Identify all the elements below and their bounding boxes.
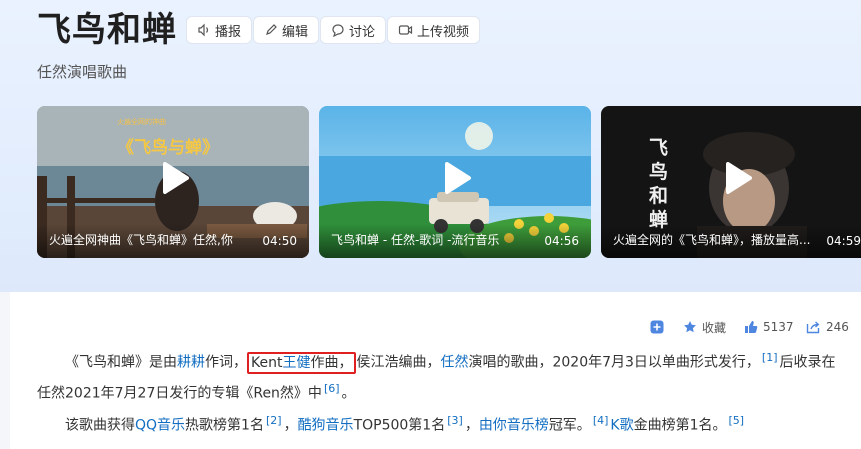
composer-link[interactable]: 王健	[282, 355, 310, 371]
video-title-1: 火遍全网神曲《飞鸟和蝉》任然,你	[49, 233, 233, 247]
page-title: 飞鸟和蝉	[37, 10, 177, 50]
text-segment: ，	[283, 417, 298, 434]
broadcast-button[interactable]: 播报	[186, 16, 253, 44]
thumbs-up-icon	[745, 321, 758, 333]
video-duration-1: 04:50	[262, 234, 297, 248]
text-segment: 作曲，	[310, 354, 353, 371]
content-divider	[0, 292, 10, 449]
video-thumb-title-3: 飞鸟和蝉	[649, 137, 669, 231]
text-segment: 热歌榜第1名	[185, 417, 264, 434]
kugou-music-link[interactable]: 酷狗音乐	[298, 418, 354, 434]
edit-label: 编辑	[282, 24, 309, 40]
plus-square-icon	[650, 320, 664, 334]
video-title-2: 飞鸟和蝉 - 任然-歌词 -流行音乐	[331, 233, 500, 247]
composer-prefix: Kent	[251, 354, 283, 371]
video-duration-3: 04:59	[826, 234, 861, 248]
discuss-button[interactable]: 讨论	[320, 16, 387, 44]
kge-link[interactable]: K歌	[610, 418, 633, 434]
text-segment: 《飞鸟和蝉》是由	[65, 354, 177, 371]
intro-paragraph: 《飞鸟和蝉》是由耕耕作词， Kent王健作曲， 侯江浩编曲，任然演唱的歌曲，2020…	[37, 345, 841, 406]
highlighted-composer-credit: Kent王健作曲，	[247, 351, 357, 374]
lyricist-link[interactable]: 耕耕	[177, 355, 205, 371]
broadcast-label: 播报	[215, 24, 242, 40]
discuss-label: 讨论	[349, 24, 376, 40]
video-card-1[interactable]: 火遍全网的神曲 《飞鸟与蝉》 火遍全网神曲《飞鸟和蝉》任然,你 04:50	[37, 106, 309, 258]
upload-video-button[interactable]: 上传视频	[387, 16, 481, 44]
reference-2[interactable]: [2]	[266, 414, 282, 427]
text-segment: 演唱的歌曲，2020年7月3日以单曲形式发行，	[468, 354, 760, 371]
qq-music-link[interactable]: QQ音乐	[135, 418, 185, 434]
speaker-icon	[198, 23, 209, 37]
edit-button[interactable]: 编辑	[253, 16, 320, 44]
reference-5[interactable]: [5]	[729, 414, 745, 427]
play-icon	[445, 162, 471, 194]
reference-4[interactable]: [4]	[593, 414, 609, 427]
text-segment: 。	[341, 385, 356, 402]
reference-3[interactable]: [3]	[447, 414, 463, 427]
singer-link[interactable]: 任然	[440, 355, 468, 371]
text-segment: 金曲榜第1名。	[633, 417, 727, 434]
text-segment: 侯江浩编曲，	[356, 354, 441, 371]
video-duration-2: 04:56	[544, 234, 579, 248]
like-count: 5137	[763, 320, 794, 334]
share-icon	[806, 321, 820, 334]
video-upload-icon	[398, 25, 413, 35]
awards-paragraph: 该歌曲获得QQ音乐热歌榜第1名 [2] ，酷狗音乐TOP500第1名 [3] ，由你音乐…	[37, 408, 841, 439]
text-segment: 冠军。	[548, 417, 591, 434]
page-subtitle: 任然演唱歌曲	[37, 63, 128, 81]
add-button[interactable]	[650, 318, 664, 336]
text-segment: 作词，	[205, 354, 247, 371]
play-icon	[726, 162, 752, 194]
hero-banner: 飞鸟和蝉 任然演唱歌曲 播报 编辑 讨论 上传视频 火遍全网的神曲 《飞鸟与蝉》	[0, 0, 861, 292]
pencil-icon	[266, 24, 277, 35]
text-segment: ，	[464, 417, 479, 434]
text-segment: TOP500第1名	[353, 417, 446, 434]
yourmusic-chart-link[interactable]: 由你音乐榜	[479, 418, 549, 434]
video-card-3[interactable]: 飞鸟和蝉 火遍全网的《飞鸟和蝉》，播放量高... 04:59	[601, 106, 861, 258]
play-icon	[163, 162, 189, 194]
like-button[interactable]: 5137	[744, 318, 794, 336]
reference-1[interactable]: [1]	[762, 351, 778, 364]
share-count: 246	[826, 320, 849, 334]
star-icon	[684, 321, 696, 333]
reference-6[interactable]: [6]	[324, 382, 340, 395]
svg-text:火遍全网的神曲: 火遍全网的神曲	[117, 117, 166, 126]
favorite-label: 收藏	[702, 320, 727, 335]
video-card-2[interactable]: 飞鸟和蝉 - 任然-歌词 -流行音乐 04:56	[319, 106, 591, 258]
video-title-3: 火遍全网的《飞鸟和蝉》，播放量高...	[613, 233, 811, 247]
video-thumb-title-1: 《飞鸟与蝉》	[117, 138, 219, 158]
text-segment: 该歌曲获得	[65, 417, 135, 434]
upload-video-label: 上传视频	[417, 24, 470, 40]
chat-icon	[332, 24, 344, 37]
share-button[interactable]: 246	[806, 318, 849, 336]
favorite-button[interactable]: 收藏	[683, 318, 726, 336]
